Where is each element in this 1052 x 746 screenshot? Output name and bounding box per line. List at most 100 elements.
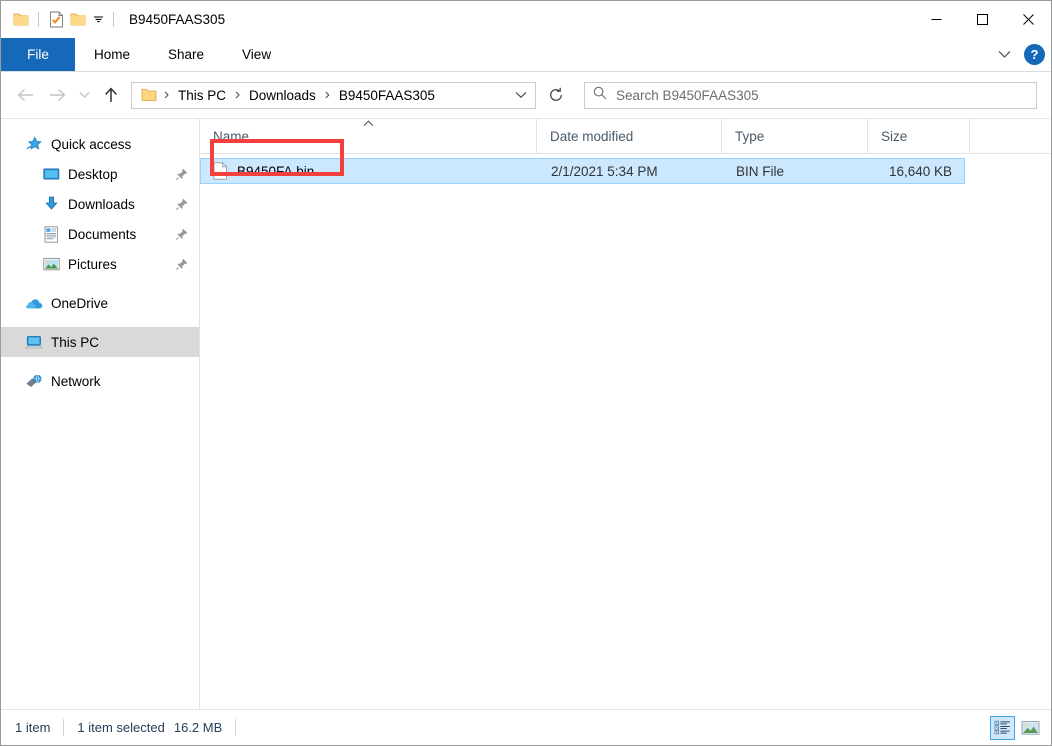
large-icons-view-button[interactable] [1018,716,1043,740]
generic-file-icon [212,162,229,180]
column-header-row: Name Date modified Type Size [200,119,1051,154]
forward-button[interactable] [41,79,73,111]
quick-access-toolbar [1,9,120,31]
window-title: B9450FAAS305 [129,12,226,27]
window-controls [913,1,1051,37]
sidebar-item-this-pc[interactable]: This PC [1,327,199,357]
breadcrumb-folder-icon [140,86,158,104]
breadcrumb-dropdown-chevron-down-icon[interactable] [509,83,533,108]
quick-access-star-icon [25,135,43,153]
address-bar: › This PC › Downloads › B9450FAAS305 Sea… [1,72,1051,118]
sidebar-item-label: This PC [51,334,100,350]
file-name-cell[interactable]: B9450FA.bin [201,162,538,180]
pin-icon[interactable] [175,167,189,181]
column-header-name[interactable]: Name [200,119,537,153]
sidebar-item-label: OneDrive [51,295,109,311]
table-row[interactable]: B9450FA.bin 2/1/2021 5:34 PM BIN File 16… [200,158,965,184]
column-header-size[interactable]: Size [868,119,970,153]
breadcrumb-separator-0[interactable]: › [160,86,173,104]
status-divider-1 [63,719,65,736]
status-selection: 1 item selected [77,720,165,735]
sidebar-item-downloads[interactable]: Downloads [1,189,199,219]
search-icon [593,86,607,105]
breadcrumb-item-current[interactable]: B9450FAAS305 [334,86,440,105]
downloads-icon [42,195,60,213]
sidebar-gap-2 [1,318,199,327]
status-divider-2 [235,719,237,736]
sidebar-item-label: Network [51,373,101,389]
tab-home[interactable]: Home [75,38,149,71]
recent-locations-chevron-down-icon[interactable] [73,79,95,111]
title-bar: B9450FAAS305 [1,1,1051,38]
search-box[interactable]: Search B9450FAAS305 [584,81,1037,109]
refresh-button[interactable] [540,82,572,109]
documents-icon [42,225,60,243]
file-list-pane: Name Date modified Type Size B9450FA.bin… [200,119,1051,709]
column-header-type[interactable]: Type [722,119,868,153]
onedrive-cloud-icon [25,294,43,312]
view-mode-buttons [990,715,1043,740]
sidebar-item-pictures[interactable]: Pictures [1,249,199,279]
breadcrumb-separator-1[interactable]: › [231,86,244,104]
sidebar-gap-1 [1,279,199,288]
sidebar-item-network[interactable]: Network [1,366,199,396]
column-header-label: Size [881,128,908,144]
sidebar-item-quick-access[interactable]: Quick access [1,129,199,159]
toolbar-divider-1 [38,12,39,27]
chevron-down-icon[interactable] [89,10,107,30]
sort-ascending-icon [361,120,375,128]
search-input[interactable]: Search B9450FAAS305 [616,88,759,103]
tab-view[interactable]: View [223,38,290,71]
file-date-cell: 2/1/2021 5:34 PM [551,163,658,179]
file-name-label: B9450FA.bin [237,163,315,179]
breadcrumb-item-this-pc[interactable]: This PC [173,86,231,105]
details-view-button[interactable] [990,715,1015,740]
file-type-cell: BIN File [736,163,785,179]
sidebar-item-label: Documents [68,226,137,242]
status-item-count: 1 item [15,720,51,735]
maximize-button[interactable] [959,1,1005,37]
ribbon-tab-bar: File Home Share View ? [1,38,1051,72]
pin-icon[interactable] [175,257,189,271]
file-list: B9450FA.bin 2/1/2021 5:34 PM BIN File 16… [200,154,1051,709]
sidebar-item-label: Pictures [68,256,117,272]
this-pc-icon [25,333,43,351]
column-header-label: Name [213,128,250,144]
close-button[interactable] [1005,1,1051,37]
sidebar-item-label: Quick access [51,136,132,152]
sidebar-item-documents[interactable]: Documents [1,219,199,249]
up-button[interactable] [95,79,127,111]
pictures-icon [42,255,60,273]
folder-icon[interactable] [10,9,32,31]
column-header-label: Type [735,128,765,144]
new-folder-icon[interactable] [67,9,89,31]
back-button[interactable] [9,79,41,111]
pin-icon[interactable] [175,197,189,211]
properties-icon[interactable] [45,9,67,31]
column-header-date-modified[interactable]: Date modified [537,119,722,153]
network-icon [25,372,43,390]
sidebar-item-onedrive[interactable]: OneDrive [1,288,199,318]
breadcrumb-bar[interactable]: › This PC › Downloads › B9450FAAS305 [131,81,536,109]
ribbon-right-controls: ? [992,38,1045,71]
breadcrumb-separator-2[interactable]: › [321,86,334,104]
status-selection-size: 16.2 MB [173,720,223,735]
file-size-cell: 16,640 KB [888,163,952,179]
column-header-label: Date modified [550,128,634,144]
status-bar: 1 item 1 item selected 16.2 MB [1,709,1051,745]
tab-file[interactable]: File [1,38,75,71]
sidebar-gap-3 [1,357,199,366]
help-button[interactable]: ? [1024,44,1045,65]
tab-share[interactable]: Share [149,38,223,71]
breadcrumb-item-downloads[interactable]: Downloads [244,86,321,105]
toolbar-divider-2 [113,12,114,27]
desktop-icon [42,165,60,183]
minimize-button[interactable] [913,1,959,37]
sidebar-item-label: Desktop [68,166,118,182]
sidebar-item-desktop[interactable]: Desktop [1,159,199,189]
explorer-body: Quick access Desktop Downloads Documents… [1,118,1051,709]
navigation-pane: Quick access Desktop Downloads Documents… [1,119,200,709]
file-explorer-window: B9450FAAS305 File Home Share View ? › Th… [0,0,1052,746]
pin-icon[interactable] [175,227,189,241]
expand-ribbon-chevron-down-icon[interactable] [992,43,1016,67]
